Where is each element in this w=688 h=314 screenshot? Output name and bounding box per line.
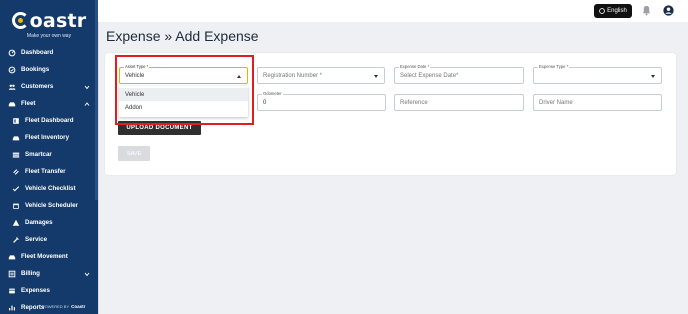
- scheduler-icon: [11, 201, 20, 210]
- smartcar-icon: [11, 150, 20, 159]
- sidebar-item-fleet-inventory[interactable]: Fleet Inventory: [0, 129, 98, 146]
- sidebar-item-label: Expenses: [21, 287, 50, 294]
- service-icon: [11, 235, 20, 244]
- expenses-icon: [7, 286, 16, 295]
- sidebar: oastr Make your own way Dashboard Booking…: [0, 0, 98, 314]
- sidebar-item-vehicle-scheduler[interactable]: Vehicle Scheduler: [0, 197, 98, 214]
- fleet-transfer-icon: [11, 167, 20, 176]
- sidebar-item-label: Vehicle Scheduler: [25, 202, 78, 209]
- top-bar: English: [98, 0, 688, 22]
- registration-number-select[interactable]: Registration Number *: [257, 67, 385, 84]
- fleet-dashboard-icon: [11, 116, 20, 125]
- damages-icon: [11, 218, 20, 227]
- globe-icon: [599, 8, 605, 14]
- brand-name: oastr: [29, 9, 87, 32]
- expense-date-placeholder: Select Expense Date*: [400, 73, 459, 79]
- driver-name-placeholder: Driver Name: [539, 100, 573, 106]
- powered-by: POWERED BY Coastr: [42, 304, 85, 309]
- expense-type-label: Expense Type *: [538, 64, 570, 69]
- sidebar-item-customers[interactable]: Customers: [0, 78, 98, 95]
- sidebar-item-service[interactable]: Service: [0, 231, 98, 248]
- sidebar-item-label: Damages: [25, 219, 53, 226]
- brand-tagline: Make your own way: [26, 32, 72, 39]
- sidebar-item-fleet-dashboard[interactable]: Fleet Dashboard: [0, 112, 98, 129]
- sidebar-item-fleet-transfer[interactable]: Fleet Transfer: [0, 163, 98, 180]
- sidebar-item-fleet[interactable]: Fleet: [0, 95, 98, 112]
- sidebar-item-label: Fleet: [21, 100, 36, 107]
- sidebar-item-expenses[interactable]: Expenses: [0, 282, 98, 299]
- sidebar-item-bookings[interactable]: Bookings: [0, 61, 98, 78]
- chevron-up-icon: [84, 101, 90, 106]
- sidebar-item-smartcar[interactable]: Smartcar: [0, 146, 98, 163]
- reports-icon: [7, 303, 16, 312]
- expense-date-field[interactable]: Expense Date * Select Expense Date*: [394, 64, 524, 84]
- sidebar-item-dashboard[interactable]: Dashboard: [0, 44, 98, 61]
- dashboard-icon: [7, 48, 16, 57]
- powered-by-brand: Coastr: [71, 304, 86, 309]
- sidebar-item-label: Service: [25, 236, 48, 243]
- user-account-icon[interactable]: [663, 5, 674, 16]
- main-divider: [98, 22, 99, 314]
- sidebar-item-label: Smartcar: [25, 151, 52, 158]
- sidebar-item-damages[interactable]: Damages: [0, 214, 98, 231]
- caret-down-icon: [651, 75, 655, 78]
- sidebar-item-fleet-movement[interactable]: Fleet Movement: [0, 248, 98, 265]
- sidebar-item-label: Fleet Inventory: [25, 134, 70, 141]
- odometer-label: Odometer: [262, 91, 283, 96]
- logo-c-icon: [11, 12, 29, 29]
- sidebar-item-label: Bookings: [21, 66, 50, 73]
- checklist-icon: [11, 184, 20, 193]
- fleet-movement-icon: [7, 252, 16, 261]
- odometer-value: 0: [263, 100, 267, 106]
- brand-logo[interactable]: oastr Make your own way: [0, 0, 98, 44]
- chevron-down-icon: [84, 84, 90, 90]
- sidebar-item-label: Fleet Dashboard: [25, 117, 74, 124]
- powered-by-label: POWERED BY: [42, 304, 70, 309]
- fleet-icon: [7, 99, 16, 108]
- sidebar-item-label: Reports: [21, 304, 45, 311]
- sidebar-item-vehicle-checklist[interactable]: Vehicle Checklist: [0, 180, 98, 197]
- sidebar-item-label: Dashboard: [21, 49, 54, 56]
- customers-icon: [7, 82, 16, 91]
- registration-number-placeholder: Registration Number *: [263, 73, 323, 79]
- fleet-inventory-icon: [11, 133, 20, 142]
- highlight-box: [115, 55, 254, 125]
- reference-field[interactable]: Reference: [394, 94, 524, 111]
- sidebar-item-label: Customers: [21, 83, 54, 90]
- save-button[interactable]: SAVE: [118, 146, 150, 161]
- sidebar-item-billing[interactable]: Billing: [0, 265, 98, 282]
- language-label: English: [607, 8, 627, 14]
- brand-wordmark: oastr: [11, 9, 87, 32]
- chevron-down-icon: [84, 271, 90, 277]
- sidebar-nav: Dashboard Bookings Customers Fleet Fleet Das…: [0, 44, 98, 314]
- bookings-icon: [7, 65, 16, 74]
- language-button[interactable]: English: [594, 4, 632, 18]
- sidebar-item-label: Fleet Movement: [21, 253, 68, 260]
- expense-type-select[interactable]: Expense Type *: [533, 64, 662, 84]
- expense-date-label: Expense Date *: [399, 64, 431, 69]
- caret-down-icon: [374, 75, 378, 78]
- driver-name-field[interactable]: Driver Name: [533, 94, 662, 111]
- sidebar-item-label: Vehicle Checklist: [25, 185, 76, 192]
- bell-icon[interactable]: [641, 5, 652, 16]
- sidebar-item-label: Billing: [21, 270, 40, 277]
- billing-icon: [7, 269, 16, 278]
- page-title: Expense » Add Expense: [106, 28, 259, 44]
- odometer-field[interactable]: Odometer 0: [257, 91, 386, 111]
- reference-placeholder: Reference: [400, 100, 428, 106]
- sidebar-item-label: Fleet Transfer: [25, 168, 66, 175]
